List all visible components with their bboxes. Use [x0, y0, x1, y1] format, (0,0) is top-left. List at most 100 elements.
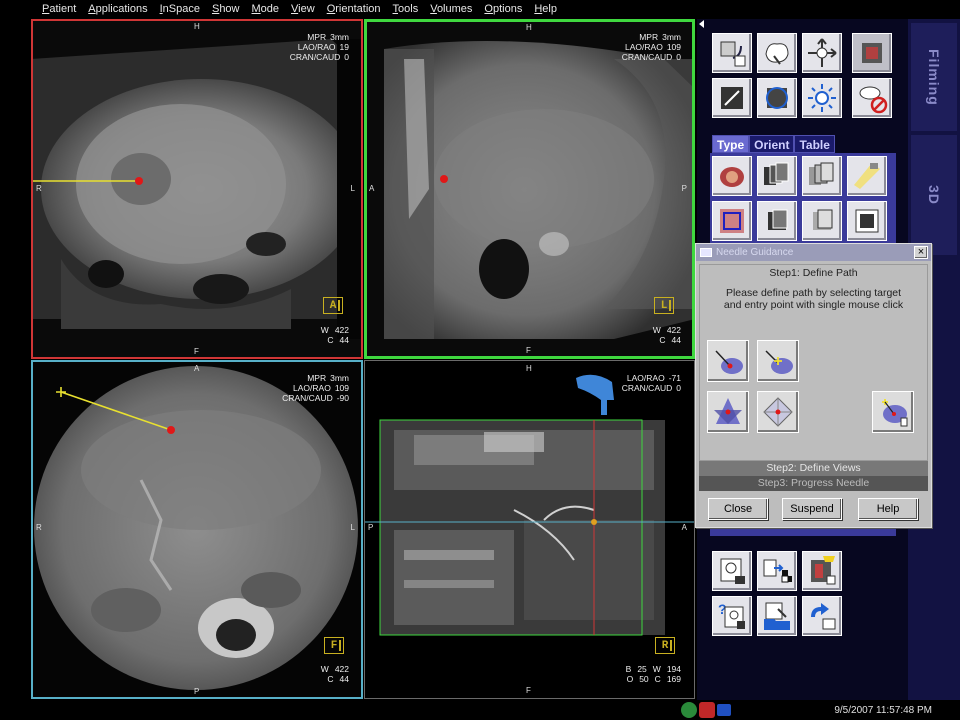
brightness-tool-button[interactable] — [802, 78, 842, 118]
collapse-arrow-icon[interactable] — [698, 19, 706, 29]
orthogonal-plane-icon — [763, 397, 793, 427]
menu-inspace[interactable]: InSpace — [154, 0, 206, 18]
orient-bottom: F — [526, 686, 531, 695]
orientation-cube[interactable]: R — [655, 637, 675, 654]
step1-panel: Step1: Define Path Please define path by… — [699, 264, 928, 461]
needle-guidance-dialog: Needle Guidance × Step1: Define Path Ple… — [695, 243, 932, 528]
zoom-3d-tool-button[interactable] — [757, 33, 797, 73]
menu-view[interactable]: View — [285, 0, 321, 18]
type-tab-bar: Type Orient Table — [712, 135, 835, 153]
render-light-button[interactable] — [847, 156, 887, 196]
tab-filming[interactable]: Filming — [911, 23, 957, 131]
help-view-button[interactable]: ? — [712, 596, 752, 636]
orient-bottom: F — [526, 346, 531, 355]
orbit-tool-button[interactable] — [757, 78, 797, 118]
help-view-icon: ? — [718, 601, 745, 629]
save-view-button[interactable] — [712, 551, 752, 591]
panel-strip — [710, 528, 896, 536]
define-target-button[interactable] — [707, 340, 749, 382]
viewport-info: MPR 3mm LAO/RAO 109 CRAN/CAUD 0 — [621, 32, 681, 62]
orientation-cube[interactable]: A — [323, 297, 343, 314]
menu-patient[interactable]: Patient — [36, 0, 82, 18]
orthogonal-view-button[interactable] — [757, 391, 799, 433]
film-icon — [862, 43, 882, 63]
tab-3d[interactable]: 3D — [911, 135, 957, 255]
export-folder-button[interactable] — [757, 596, 797, 636]
orientation-cube[interactable]: L — [654, 297, 674, 314]
rotate-icon — [720, 41, 746, 67]
minip-icon — [855, 209, 879, 233]
orient-left: R — [36, 523, 42, 532]
orient-top: H — [194, 22, 200, 31]
define-entry-button[interactable] — [757, 340, 799, 382]
menu-options[interactable]: Options — [478, 0, 528, 18]
orient-left: R — [36, 184, 42, 193]
window-level: W 422 C 44 — [652, 325, 681, 345]
suspend-button[interactable]: Suspend — [782, 498, 842, 520]
slab-tool-button[interactable] — [712, 78, 752, 118]
export-folder-icon — [764, 602, 790, 630]
ssd-render-icon — [720, 209, 744, 233]
render-ssd-button[interactable] — [712, 201, 752, 241]
render-thin-mip-button[interactable] — [802, 201, 842, 241]
mpr-stack-icon — [764, 162, 789, 185]
transfer-icon — [811, 603, 836, 630]
orient-top: A — [194, 364, 200, 373]
delete-path-button[interactable] — [872, 391, 914, 433]
help-button[interactable]: Help — [858, 498, 918, 520]
entry-point-icon — [765, 350, 793, 374]
dialog-titlebar[interactable]: Needle Guidance — [696, 244, 931, 261]
network-tray-icon[interactable] — [681, 702, 697, 718]
render-minip-button[interactable] — [847, 201, 887, 241]
viewport-volume-3d[interactable]: H F P A LAO/RAO -71 CRAN/CAUD 0 R B 25 W 194 … — [364, 360, 695, 699]
film-tool-button[interactable] — [852, 33, 892, 73]
orient-right: L — [350, 184, 355, 193]
pan-tool-button[interactable] — [802, 33, 842, 73]
orient-top: H — [526, 364, 532, 373]
menu-help[interactable]: Help — [528, 0, 563, 18]
app-tray-icon[interactable] — [699, 702, 715, 718]
menu-show[interactable]: Show — [206, 0, 246, 18]
orient-top: H — [526, 23, 532, 32]
monitor-tray-icon[interactable] — [717, 704, 731, 716]
oblique-scan-image — [31, 360, 363, 699]
render-thin-mpr-button[interactable] — [757, 201, 797, 241]
snapshot-button[interactable] — [802, 551, 842, 591]
window-level: W 422 C 44 — [320, 664, 349, 684]
viewport-oblique[interactable]: A P R L MPR 3mm LAO/RAO 109 CRAN/CAUD -90 F… — [31, 360, 363, 699]
rotate-tool-button[interactable] — [712, 33, 752, 73]
render-vrt-button[interactable] — [712, 156, 752, 196]
viewport-sagittal[interactable]: H F A P MPR 3mm LAO/RAO 109 CRAN/CAUD 0 L W… — [364, 19, 695, 359]
window-level: B 25 W 194 O 50 C 169 — [625, 664, 681, 684]
render-mip-button[interactable] — [802, 156, 842, 196]
tab-orient[interactable]: Orient — [749, 135, 795, 153]
step1-header: Step1: Define Path — [769, 267, 858, 279]
path-plane-icon — [714, 398, 742, 424]
spotlight-icon — [854, 163, 880, 189]
menu-orientation[interactable]: Orientation — [321, 0, 387, 18]
menu-applications[interactable]: Applications — [82, 0, 153, 18]
orient-left: P — [368, 523, 374, 532]
close-button[interactable]: Close — [708, 498, 768, 520]
menu-tools[interactable]: Tools — [387, 0, 425, 18]
render-mpr-button[interactable] — [757, 156, 797, 196]
thin-mip-icon — [813, 209, 833, 230]
tab-type[interactable]: Type — [712, 135, 750, 153]
taskbar: 9/5/2007 11:57:48 PM — [0, 700, 960, 720]
menu-volumes[interactable]: Volumes — [424, 0, 478, 18]
annotation-toggle-button[interactable] — [852, 78, 892, 118]
menu-mode[interactable]: Mode — [246, 0, 286, 18]
send-to-film-button[interactable] — [757, 551, 797, 591]
window-icon — [700, 248, 712, 257]
viewport-axial[interactable]: H F R L MPR 3mm LAO/RAO 19 CRAN/CAUD 0 A W4… — [31, 19, 363, 359]
zoom-3d-icon — [765, 43, 789, 65]
dialog-close-button[interactable]: × — [914, 246, 928, 259]
step2-bar[interactable]: Step2: Define Views — [699, 461, 928, 476]
mip-stack-icon — [809, 162, 834, 185]
orientation-cube[interactable]: F — [324, 637, 344, 654]
transfer-button[interactable] — [802, 596, 842, 636]
axial-scan-image — [31, 19, 363, 359]
path-view-button[interactable] — [707, 391, 749, 433]
step3-bar[interactable]: Step3: Progress Needle — [699, 476, 928, 491]
tab-table[interactable]: Table — [794, 135, 835, 153]
